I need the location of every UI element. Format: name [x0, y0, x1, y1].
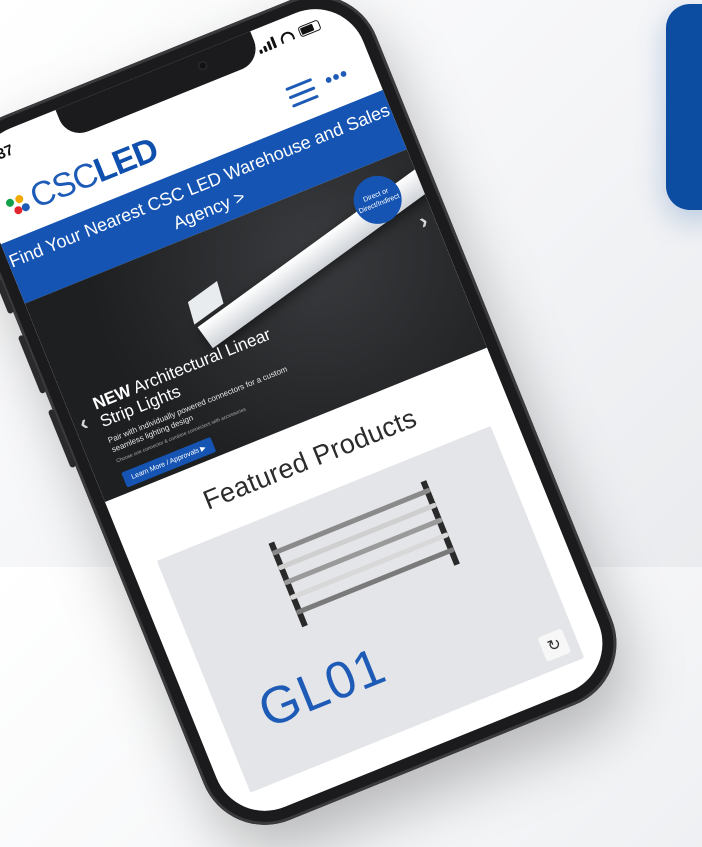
- phone-screen: 37 CSCLED ••• Find Your Nearest CSC LED …: [0, 0, 619, 827]
- phone-side-button: [0, 278, 15, 315]
- logo-led: LED: [88, 130, 164, 191]
- carousel-next-icon[interactable]: ›: [415, 208, 432, 235]
- signal-icon: [256, 36, 278, 55]
- front-camera-icon: [196, 59, 210, 73]
- status-time: 37: [0, 141, 17, 164]
- wifi-icon: [278, 29, 296, 45]
- logo-dots-icon: [4, 191, 31, 219]
- battery-icon: [297, 18, 322, 38]
- carousel-prev-icon[interactable]: ‹: [75, 410, 92, 437]
- product-name: GL01: [250, 636, 394, 740]
- phone-mockup: 37 CSCLED ••• Find Your Nearest CSC LED …: [0, 0, 637, 845]
- background-blue-card: [666, 4, 702, 210]
- hamburger-icon[interactable]: [285, 77, 321, 114]
- grow-light-image: [266, 475, 465, 641]
- status-icons: [256, 18, 322, 55]
- more-dots-icon[interactable]: •••: [321, 63, 352, 93]
- refresh-icon[interactable]: ↻: [537, 628, 572, 663]
